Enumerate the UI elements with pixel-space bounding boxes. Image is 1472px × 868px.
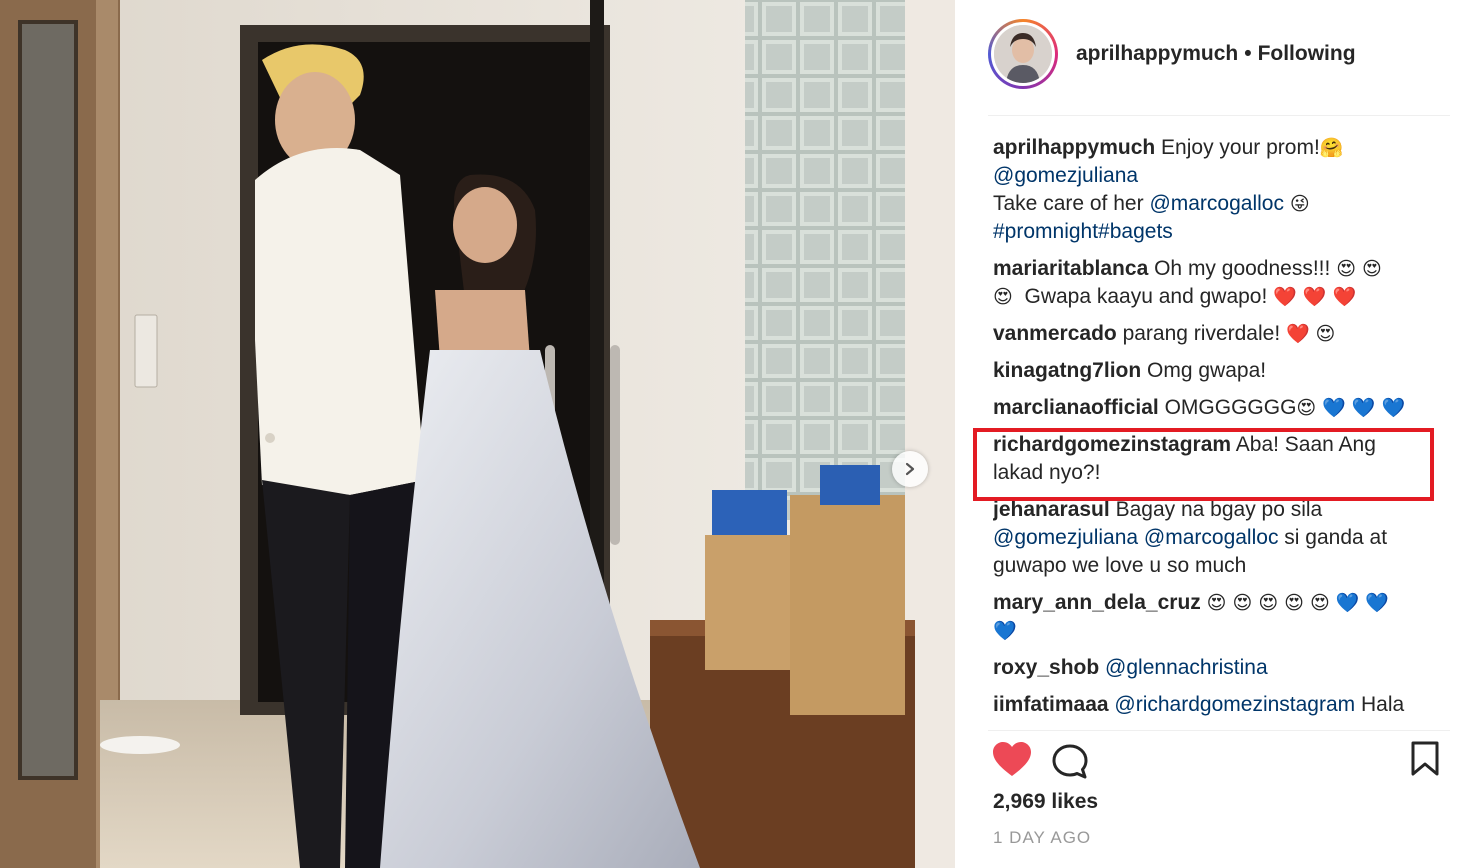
mention-link[interactable]: @marcogalloc bbox=[1144, 526, 1279, 549]
comment-text: Aba! Saan Ang bbox=[1235, 433, 1376, 456]
heart-eyes-emoji: 😍 😍 😍 😍 😍 bbox=[1206, 592, 1330, 614]
comment-text: Gwapa kaayu and gwapo! bbox=[1024, 285, 1268, 308]
blue-heart-emoji: 💙 💙 💙 bbox=[1322, 397, 1406, 419]
comment-text: Oh my goodness!!! bbox=[1154, 257, 1331, 280]
comment-button[interactable] bbox=[1050, 742, 1090, 787]
comment-text: lakad nyo?! bbox=[993, 461, 1101, 484]
comment-text: guwapo we love u so much bbox=[993, 554, 1247, 577]
comment-text: Bagay na bgay po sila bbox=[1115, 498, 1323, 521]
action-bar bbox=[990, 738, 1440, 784]
like-button[interactable] bbox=[990, 738, 1034, 787]
post-header: aprilhappymuch • Following bbox=[988, 18, 1450, 90]
carousel-next-button[interactable] bbox=[892, 451, 928, 487]
comment-item-highlighted: richardgomezinstagram Aba! Saan Ang laka… bbox=[993, 431, 1439, 487]
post-side-panel: aprilhappymuch • Following aprilhappymuch … bbox=[955, 0, 1472, 868]
comment-item: vanmercado parang riverdale! ❤️ 😍 bbox=[993, 320, 1439, 348]
comment-item: marclianaofficial OMGGGGGG😍 💙 💙 💙 bbox=[993, 394, 1439, 422]
mention-link[interactable]: @marcogalloc bbox=[1149, 192, 1284, 215]
post-timestamp: 1 DAY AGO bbox=[993, 828, 1092, 847]
caption-text-2: Take care of her bbox=[993, 192, 1144, 215]
comment-item: kinagatng7lion Omg gwapa! bbox=[993, 357, 1439, 385]
header-divider bbox=[988, 115, 1450, 116]
heart-eyes-emoji: 😍 bbox=[1296, 397, 1317, 419]
red-heart-emoji: ❤️ ❤️ ❤️ bbox=[1273, 286, 1357, 308]
caption: aprilhappymuch Enjoy your prom!🤗 @gomezj… bbox=[993, 134, 1439, 246]
winking-emoji: 😜 bbox=[1289, 193, 1310, 215]
post-header-text: aprilhappymuch • Following bbox=[1076, 42, 1356, 66]
comment-username[interactable]: kinagatng7lion bbox=[993, 359, 1141, 382]
comment-username[interactable]: iimfatimaaa bbox=[993, 693, 1109, 716]
heart-eyes-emoji: 😍 bbox=[993, 286, 1013, 308]
mention-link[interactable]: @gomezjuliana bbox=[993, 164, 1138, 187]
comment-item: jehanarasul Bagay na bgay po sila @gomez… bbox=[993, 496, 1439, 580]
photo-illustration bbox=[0, 0, 955, 868]
chevron-right-icon bbox=[905, 462, 915, 476]
comment-text: parang riverdale! bbox=[1122, 322, 1281, 345]
bookmark-button[interactable] bbox=[1410, 740, 1440, 783]
comment-username[interactable]: richardgomezinstagram bbox=[993, 433, 1231, 456]
caption-text: Enjoy your prom! bbox=[1161, 136, 1320, 159]
comment-username[interactable]: roxy_shob bbox=[993, 656, 1099, 679]
heart-icon bbox=[993, 742, 1031, 776]
comment-item: roxy_shob @glennachristina bbox=[993, 654, 1439, 682]
comment-item: mary_ann_dela_cruz 😍 😍 😍 😍 😍 💙 💙 💙 bbox=[993, 589, 1439, 645]
mention-link[interactable]: @richardgomezinstagram bbox=[1114, 693, 1355, 716]
likes-count[interactable]: 2,969 likes bbox=[993, 790, 1098, 814]
story-ring[interactable] bbox=[988, 19, 1058, 89]
blue-heart-emoji: 💙 💙 bbox=[1335, 592, 1390, 614]
blue-heart-emoji: 💙 bbox=[993, 620, 1017, 642]
comment-username[interactable]: vanmercado bbox=[993, 322, 1117, 345]
comment-icon bbox=[1052, 744, 1088, 779]
comment-username[interactable]: jehanarasul bbox=[993, 498, 1110, 521]
mention-link[interactable]: @gomezjuliana bbox=[993, 526, 1138, 549]
comment-username[interactable]: marclianaofficial bbox=[993, 396, 1159, 419]
comment-username[interactable]: mary_ann_dela_cruz bbox=[993, 591, 1201, 614]
hugging-emoji: 🤗 bbox=[1319, 137, 1344, 159]
comment-item: mariaritablanca Oh my goodness!!! 😍 😍 😍 … bbox=[993, 255, 1439, 311]
post-photo bbox=[0, 0, 955, 868]
actions-divider bbox=[988, 730, 1450, 731]
comment-text: Hala bbox=[1361, 693, 1405, 716]
comments-list[interactable]: aprilhappymuch Enjoy your prom!🤗 @gomezj… bbox=[993, 134, 1439, 728]
comment-text: Omg gwapa! bbox=[1147, 359, 1267, 382]
caption-username[interactable]: aprilhappymuch bbox=[993, 136, 1155, 159]
comment-text: si ganda at bbox=[1284, 526, 1388, 549]
comment-username[interactable]: mariaritablanca bbox=[993, 257, 1148, 280]
mention-link[interactable]: @glennachristina bbox=[1105, 656, 1268, 679]
heart-eyes-emoji: 😍 bbox=[1315, 323, 1336, 345]
header-separator: • bbox=[1244, 42, 1252, 65]
post-username[interactable]: aprilhappymuch bbox=[1076, 42, 1238, 65]
hashtag-link[interactable]: #promnight#bagets bbox=[993, 220, 1173, 243]
comment-item: iimfatimaaa @richardgomezinstagram Hala bbox=[993, 691, 1439, 719]
bookmark-icon bbox=[1411, 741, 1439, 776]
avatar[interactable] bbox=[994, 25, 1052, 83]
following-button[interactable]: Following bbox=[1258, 42, 1356, 65]
heart-eyes-emoji: 😍 😍 bbox=[1336, 258, 1382, 280]
red-heart-emoji: ❤️ bbox=[1286, 323, 1310, 345]
comment-text: OMGGGGGG bbox=[1164, 396, 1297, 419]
